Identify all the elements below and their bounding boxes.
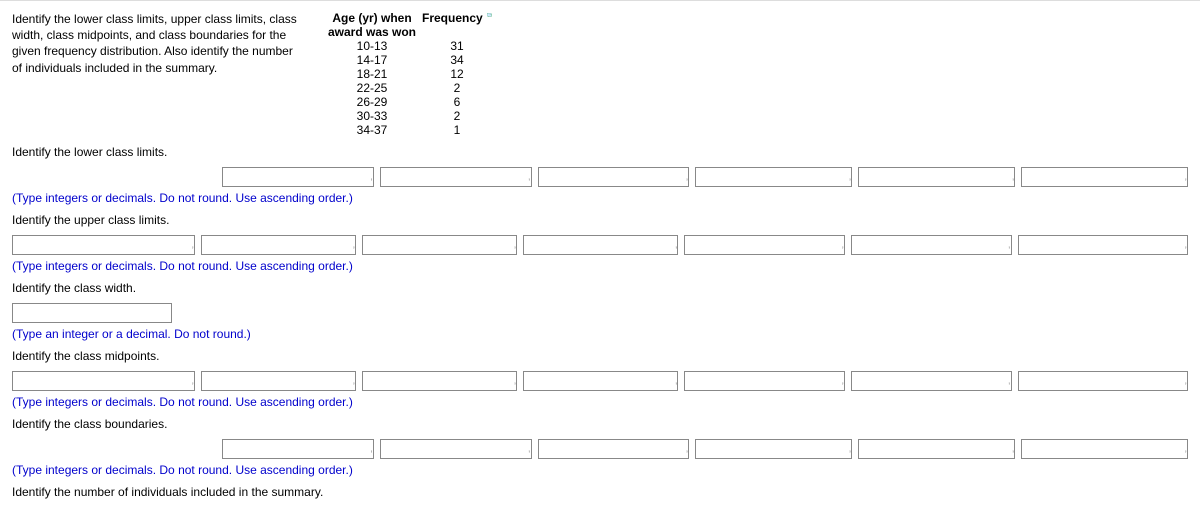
hint-ascending: (Type integers or decimals. Do not round…	[12, 191, 1188, 205]
table-cell-freq: 2	[422, 109, 492, 123]
prompt-lower-limits: Identify the lower class limits.	[12, 145, 1188, 159]
answer-input[interactable]: ,	[1021, 439, 1188, 459]
answer-input[interactable]: ,	[538, 167, 690, 187]
answer-input[interactable]: ,	[858, 439, 1015, 459]
table-cell-age: 18-21	[322, 67, 422, 81]
table-cell-age: 34-37	[322, 123, 422, 137]
table-cell-age: 10-13	[322, 39, 422, 53]
hint-ascending: (Type integers or decimals. Do not round…	[12, 395, 1188, 409]
hint-ascending: (Type integers or decimals. Do not round…	[12, 463, 1188, 477]
table-cell-age: 14-17	[322, 53, 422, 67]
table-cell-freq: 2	[422, 81, 492, 95]
answer-input[interactable]: ,	[538, 439, 690, 459]
table-header-age: Age (yr) when award was won	[322, 11, 422, 39]
table-cell-freq: 31	[422, 39, 492, 53]
answer-input[interactable]: ,	[523, 371, 678, 391]
answer-input[interactable]: ,	[684, 235, 845, 255]
answer-input[interactable]: ,	[222, 167, 374, 187]
problem-statement: Identify the lower class limits, upper c…	[12, 11, 302, 137]
prompt-upper-limits: Identify the upper class limits.	[12, 213, 1188, 227]
answer-input[interactable]: ,	[362, 235, 517, 255]
answer-input[interactable]: ,	[851, 371, 1012, 391]
prompt-boundaries: Identify the class boundaries.	[12, 417, 1188, 431]
hint-single: (Type an integer or a decimal. Do not ro…	[12, 327, 1188, 341]
prompt-midpoints: Identify the class midpoints.	[12, 349, 1188, 363]
table-cell-freq: 12	[422, 67, 492, 81]
answer-input[interactable]: ,	[851, 235, 1012, 255]
answer-input[interactable]: ,	[12, 371, 195, 391]
answer-input[interactable]: ,	[523, 235, 678, 255]
table-cell-freq: 1	[422, 123, 492, 137]
answer-input[interactable]: ,	[684, 371, 845, 391]
hint-ascending: (Type integers or decimals. Do not round…	[12, 259, 1188, 273]
answer-input[interactable]: ,	[201, 371, 356, 391]
answer-input[interactable]: ,	[362, 371, 517, 391]
table-cell-age: 30-33	[322, 109, 422, 123]
answer-input[interactable]: ,	[858, 167, 1015, 187]
answer-input[interactable]: ,	[201, 235, 356, 255]
answer-input[interactable]: ,	[1021, 167, 1188, 187]
table-cell-freq: 6	[422, 95, 492, 109]
table-cell-age: 22-25	[322, 81, 422, 95]
popup-icon[interactable]	[487, 13, 492, 23]
answer-input[interactable]: ,	[380, 167, 532, 187]
prompt-individuals: Identify the number of individuals inclu…	[12, 485, 1188, 499]
answer-input[interactable]	[12, 303, 172, 323]
answer-input[interactable]: ,	[695, 439, 852, 459]
answer-input[interactable]: ,	[380, 439, 532, 459]
table-cell-freq: 34	[422, 53, 492, 67]
answer-input[interactable]: ,	[695, 167, 852, 187]
table-cell-age: 26-29	[322, 95, 422, 109]
answer-input[interactable]: ,	[222, 439, 374, 459]
prompt-class-width: Identify the class width.	[12, 281, 1188, 295]
answer-input[interactable]: ,	[1018, 235, 1188, 255]
answer-input[interactable]: ,	[12, 235, 195, 255]
frequency-table: Age (yr) when award was won Frequency 10…	[322, 11, 492, 137]
table-header-frequency: Frequency	[422, 11, 483, 25]
answer-input[interactable]: ,	[1018, 371, 1188, 391]
